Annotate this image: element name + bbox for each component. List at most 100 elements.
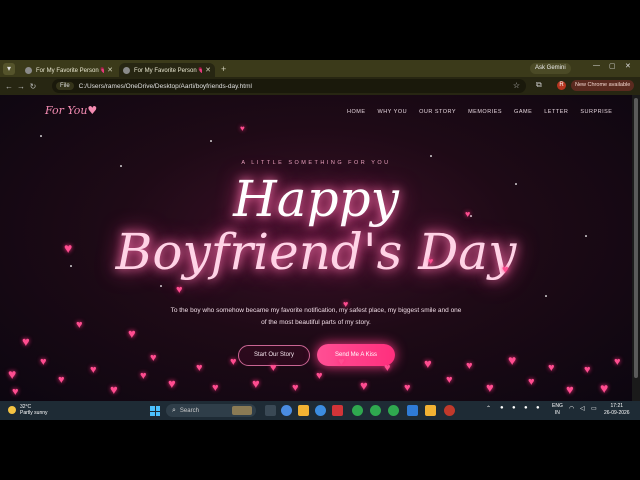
- windows-taskbar: 32°C Partly sunny ⌕ Search ⌃ ● ● ● ● ENG…: [0, 401, 640, 420]
- folder-icon[interactable]: [425, 405, 436, 416]
- profile-avatar[interactable]: R: [557, 81, 566, 90]
- scrollbar-thumb[interactable]: [634, 98, 638, 378]
- heart-icon: ♥: [343, 299, 349, 309]
- heart-icon: ♥: [90, 364, 97, 376]
- url-text[interactable]: C:/Users/rames/OneDrive/Desktop/Aarti/bo…: [79, 83, 252, 90]
- lang-code: ENG: [552, 403, 563, 409]
- system-clock[interactable]: 17:21 26-09-2026: [604, 403, 630, 417]
- heart-icon: ♥: [566, 382, 574, 397]
- app-icon[interactable]: [444, 405, 455, 416]
- heart-icon: ♥: [384, 362, 391, 374]
- chrome-icon[interactable]: [388, 405, 399, 416]
- tray-chevron-icon[interactable]: ⌃: [486, 405, 491, 412]
- heart-icon: ♥: [252, 376, 260, 391]
- site-nav: HOME WHY YOU OUR STORY MEMORIES GAME LET…: [347, 109, 624, 115]
- weather-widget[interactable]: 32°C Partly sunny: [8, 404, 48, 416]
- language-indicator[interactable]: ENG IN: [552, 403, 563, 417]
- tab-title: For My Favorite Person 💗: [36, 67, 105, 74]
- edge-icon[interactable]: [315, 405, 326, 416]
- close-tab-icon[interactable]: ✕: [107, 66, 113, 74]
- nav-game[interactable]: GAME: [514, 109, 532, 115]
- tab-favicon-icon: [25, 66, 32, 74]
- minimize-icon[interactable]: —: [593, 62, 600, 69]
- bookmark-star-icon[interactable]: ☆: [513, 81, 520, 90]
- tab-search-icon[interactable]: ▾: [3, 62, 15, 75]
- heart-icon: ♥: [128, 326, 136, 341]
- nav-home[interactable]: HOME: [347, 109, 366, 115]
- heart-icon: ♥: [168, 376, 176, 391]
- heart-icon: ♥: [360, 378, 368, 393]
- chrome-icon[interactable]: [352, 405, 363, 416]
- nav-memories[interactable]: MEMORIES: [468, 109, 502, 115]
- browser-tab-1[interactable]: For My Favorite Person 💗 ✕: [21, 63, 117, 77]
- clock-time: 17:21: [610, 403, 624, 409]
- copilot-icon[interactable]: [281, 405, 292, 416]
- nav-letter[interactable]: LETTER: [544, 109, 568, 115]
- heart-icon: ♥: [230, 356, 237, 368]
- file-chip[interactable]: File: [56, 82, 74, 90]
- page-scrollbar[interactable]: [632, 95, 640, 401]
- extensions-icon[interactable]: ⧉: [536, 80, 546, 90]
- tray-icon[interactable]: ●: [536, 405, 540, 411]
- close-tab-icon[interactable]: ✕: [205, 66, 211, 74]
- heart-icon: ♥: [614, 356, 621, 368]
- ask-gemini-button[interactable]: Ask Gemini: [530, 63, 571, 74]
- office-icon[interactable]: [332, 405, 343, 416]
- heart-icon: ♥: [316, 370, 323, 382]
- chrome-icon[interactable]: [370, 405, 381, 416]
- task-view-icon[interactable]: [265, 405, 276, 416]
- sparkle-dot: [430, 155, 432, 157]
- heart-icon: ♥: [548, 362, 555, 374]
- heart-icon: ♥: [466, 360, 473, 372]
- headline-line-2: Boyfriend's Day: [115, 223, 517, 281]
- tray-icon[interactable]: ●: [500, 405, 504, 411]
- new-tab-button[interactable]: +: [221, 64, 226, 74]
- nav-our-story[interactable]: OUR STORY: [419, 109, 456, 115]
- tray-icon[interactable]: ●: [512, 405, 516, 411]
- sparkle-dot: [40, 135, 42, 137]
- volume-icon[interactable]: ◁: [580, 405, 585, 412]
- heart-icon: ♥: [424, 356, 432, 371]
- heart-icon: ♥: [150, 352, 157, 364]
- app-icon[interactable]: [407, 405, 418, 416]
- windows-start-icon[interactable]: [150, 406, 160, 416]
- battery-icon[interactable]: ▭: [591, 405, 597, 412]
- heart-icon: ♥: [338, 356, 345, 368]
- search-highlight-image: [232, 406, 252, 415]
- back-icon[interactable]: ←: [3, 82, 15, 91]
- sun-icon: [8, 406, 16, 414]
- heart-icon: ♥: [64, 240, 73, 256]
- close-window-icon[interactable]: ✕: [625, 62, 631, 70]
- tab-favicon-icon: [123, 66, 130, 74]
- forward-icon[interactable]: →: [15, 82, 27, 91]
- new-chrome-badge[interactable]: New Chrome available: [571, 80, 635, 91]
- heart-icon: ♥: [486, 380, 494, 395]
- heart-icon: ♥: [292, 382, 299, 394]
- letterbox-top: [0, 0, 640, 60]
- heart-icon: ♥: [212, 382, 219, 394]
- browser-tab-2[interactable]: For My Favorite Person 💗 ✕: [119, 63, 215, 77]
- reload-icon[interactable]: ↻: [27, 82, 39, 91]
- taskbar-search[interactable]: ⌕ Search: [166, 404, 256, 417]
- heart-icon: ♥: [76, 319, 83, 331]
- maximize-icon[interactable]: ▢: [609, 62, 616, 70]
- site-logo[interactable]: For You♥: [45, 104, 97, 117]
- tagline-text: To the boy who somehow became my favorit…: [170, 307, 462, 326]
- heart-icon: ♥: [110, 382, 118, 397]
- sparkle-dot: [545, 295, 547, 297]
- lang-region: IN: [554, 410, 560, 416]
- tab-title: For My Favorite Person 💗: [134, 67, 203, 74]
- heart-icon: ♥: [404, 382, 411, 394]
- nav-why-you[interactable]: WHY YOU: [378, 109, 408, 115]
- nav-surprise[interactable]: SURPRISE: [580, 109, 612, 115]
- wifi-icon[interactable]: ◠: [569, 405, 574, 412]
- web-page: For You♥ HOME WHY YOU OUR STORY MEMORIES…: [0, 95, 632, 401]
- heart-icon: ♥: [12, 386, 19, 398]
- sparkle-dot: [160, 285, 162, 287]
- file-explorer-icon[interactable]: [298, 405, 309, 416]
- headline-line-1: Happy: [233, 170, 399, 228]
- address-bar[interactable]: File C:/Users/rames/OneDrive/Desktop/Aar…: [52, 79, 526, 93]
- heart-icon: ♥: [528, 376, 535, 388]
- tray-icon[interactable]: ●: [524, 405, 528, 411]
- heart-icon: ♥: [176, 284, 183, 296]
